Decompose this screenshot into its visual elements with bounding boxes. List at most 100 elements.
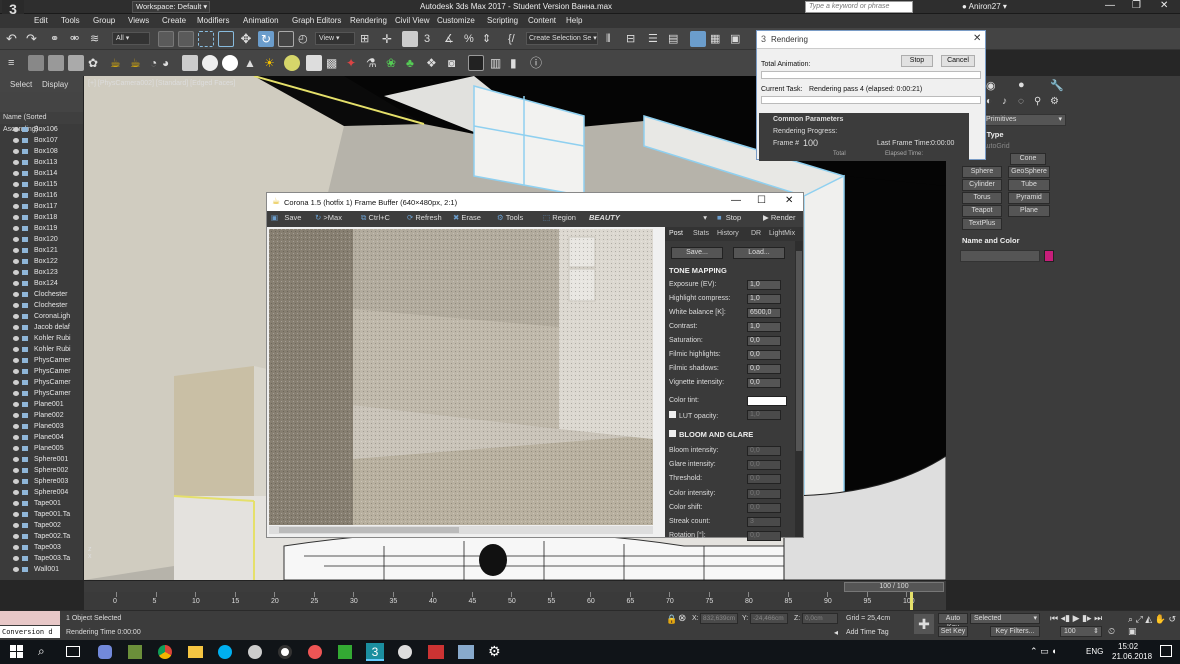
- keyboard-shortcut-icon[interactable]: [402, 31, 418, 47]
- fov-icon[interactable]: ◭: [1145, 614, 1152, 624]
- fb-erase-button[interactable]: ✖ Erase: [453, 213, 481, 222]
- prev-frame-icon[interactable]: ◂▮: [1061, 613, 1070, 623]
- visibility-icon[interactable]: [13, 237, 19, 242]
- panel-modify-tab-icon[interactable]: ●: [1018, 79, 1025, 91]
- menu-group[interactable]: Group: [93, 16, 115, 25]
- corona-scatter-icon[interactable]: [306, 55, 322, 71]
- visibility-icon[interactable]: [13, 556, 19, 561]
- layer-explorer-icon[interactable]: ☰: [648, 31, 664, 47]
- list-item[interactable]: Tape003: [0, 542, 83, 553]
- fb-close-button[interactable]: ✕: [785, 195, 793, 206]
- visibility-icon[interactable]: [13, 270, 19, 275]
- auto-key-button[interactable]: Auto Key: [938, 613, 968, 631]
- visibility-icon[interactable]: [13, 215, 19, 220]
- bloom-param-field[interactable]: 0,0: [747, 488, 781, 499]
- file-explorer-icon[interactable]: [188, 646, 203, 658]
- list-item[interactable]: Plane004: [0, 432, 83, 443]
- autogrid-checkbox[interactable]: AutoGrid: [982, 143, 1010, 150]
- tab-lightmix[interactable]: LightMix: [769, 230, 795, 237]
- list-item[interactable]: Clochester: [0, 289, 83, 300]
- workspace-dropdown[interactable]: Workspace: Default ▾: [132, 1, 210, 13]
- scene-explorer-header[interactable]: Name (Sorted Ascending): [0, 112, 83, 133]
- visibility-icon[interactable]: [13, 446, 19, 451]
- visibility-icon[interactable]: [13, 523, 19, 528]
- list-item[interactable]: Sphere004: [0, 487, 83, 498]
- redo-icon[interactable]: ↷: [26, 31, 42, 47]
- fb-refresh-button[interactable]: ⟳ Refresh: [407, 213, 442, 222]
- list-item[interactable]: Box122: [0, 256, 83, 267]
- pyramid-button[interactable]: Pyramid: [1008, 192, 1050, 204]
- list-item[interactable]: Tape002: [0, 520, 83, 531]
- list-item[interactable]: CoronaLigh: [0, 311, 83, 322]
- visibility-icon[interactable]: [13, 369, 19, 374]
- bloom-param-field[interactable]: 3: [747, 517, 781, 527]
- bind-space-warp-icon[interactable]: ≋: [90, 31, 106, 47]
- search-taskbar-icon[interactable]: ⌕: [38, 644, 45, 659]
- category-helpers-icon[interactable]: ⚙: [1050, 96, 1059, 107]
- rendered-frame-icon[interactable]: [68, 55, 84, 71]
- visibility-icon[interactable]: [13, 303, 19, 308]
- post-panel-scrollbar[interactable]: [795, 241, 803, 537]
- fb-save-button[interactable]: ▣ Save: [271, 213, 301, 222]
- next-frame-icon[interactable]: ▮▸: [1082, 613, 1091, 623]
- visibility-icon[interactable]: [13, 501, 19, 506]
- menu-scripting[interactable]: Scripting: [487, 16, 518, 25]
- maximize-viewport-icon[interactable]: ▣: [1128, 626, 1137, 636]
- visibility-icon[interactable]: [13, 402, 19, 407]
- visibility-icon[interactable]: [13, 204, 19, 209]
- list-item[interactable]: Kohler Rubi: [0, 344, 83, 355]
- named-selection-set-dropdown[interactable]: Create Selection Se ▾: [526, 32, 598, 45]
- placement-icon[interactable]: ◴: [298, 31, 314, 47]
- param-field[interactable]: 1,0: [747, 322, 781, 332]
- visibility-icon[interactable]: [13, 457, 19, 462]
- corona-camera-icon[interactable]: ◙: [448, 55, 464, 71]
- media-icon[interactable]: [248, 645, 262, 659]
- fb-tools-button[interactable]: ⚙ Tools: [497, 213, 523, 222]
- time-config-icon[interactable]: ⏲: [1108, 626, 1115, 637]
- set-key-button[interactable]: Set Key: [938, 626, 968, 637]
- tab-display[interactable]: Display: [42, 80, 68, 89]
- notifications-icon[interactable]: [1160, 645, 1172, 657]
- menu-modifiers[interactable]: Modifiers: [197, 16, 229, 25]
- language-indicator[interactable]: ENG: [1086, 647, 1103, 656]
- skype-icon[interactable]: [218, 645, 232, 659]
- minimize-button[interactable]: —: [1105, 0, 1115, 11]
- lut-checkbox[interactable]: [669, 411, 676, 418]
- category-geometry-icon[interactable]: ◐: [986, 96, 992, 107]
- go-to-end-icon[interactable]: ⏭: [1094, 613, 1102, 623]
- render-image[interactable]: [269, 229, 653, 525]
- menu-help[interactable]: Help: [566, 16, 582, 25]
- list-item[interactable]: Box113: [0, 157, 83, 168]
- list-item[interactable]: Tape002.Ta: [0, 531, 83, 542]
- discord-icon[interactable]: [98, 645, 112, 659]
- list-item[interactable]: Box119: [0, 223, 83, 234]
- menu-create[interactable]: Create: [162, 16, 186, 25]
- corona-taskbar-icon[interactable]: [398, 645, 412, 659]
- corona-tree-icon[interactable]: ♣: [406, 55, 422, 71]
- param-field[interactable]: 1,0: [747, 294, 781, 304]
- corona-plane-icon[interactable]: [182, 55, 198, 71]
- visibility-icon[interactable]: [13, 545, 19, 550]
- corona-render-icon[interactable]: ☕: [130, 55, 146, 71]
- zoom-all-icon[interactable]: ⤢: [1136, 614, 1143, 624]
- corona-sky-icon[interactable]: [284, 55, 300, 71]
- cancel-render-button[interactable]: Cancel: [941, 55, 975, 67]
- list-item[interactable]: Wall001: [0, 564, 83, 575]
- list-item[interactable]: Tape003.Ta: [0, 553, 83, 564]
- curve-editor-icon[interactable]: ▦: [710, 31, 726, 47]
- play-icon[interactable]: ▶: [1073, 613, 1080, 623]
- list-item[interactable]: Box108: [0, 146, 83, 157]
- schematic-view-icon[interactable]: ▣: [730, 31, 746, 47]
- menu-customize[interactable]: Customize: [437, 16, 475, 25]
- lut-opacity-field[interactable]: 1,0: [747, 410, 781, 420]
- pivot-icon[interactable]: ⊞: [360, 31, 376, 47]
- teapot-button[interactable]: Teapot: [962, 205, 1002, 217]
- chrome-icon[interactable]: [158, 645, 172, 659]
- mirror-icon[interactable]: ⫴: [606, 31, 622, 47]
- scene-explorer-icon[interactable]: ▤: [668, 31, 684, 47]
- list-item[interactable]: Sphere002: [0, 465, 83, 476]
- list-item[interactable]: Plane001: [0, 399, 83, 410]
- render-image-scrollbar[interactable]: [269, 526, 653, 534]
- corona-toggle-icon[interactable]: [468, 55, 484, 71]
- add-time-tag-icon[interactable]: ◂: [834, 628, 838, 637]
